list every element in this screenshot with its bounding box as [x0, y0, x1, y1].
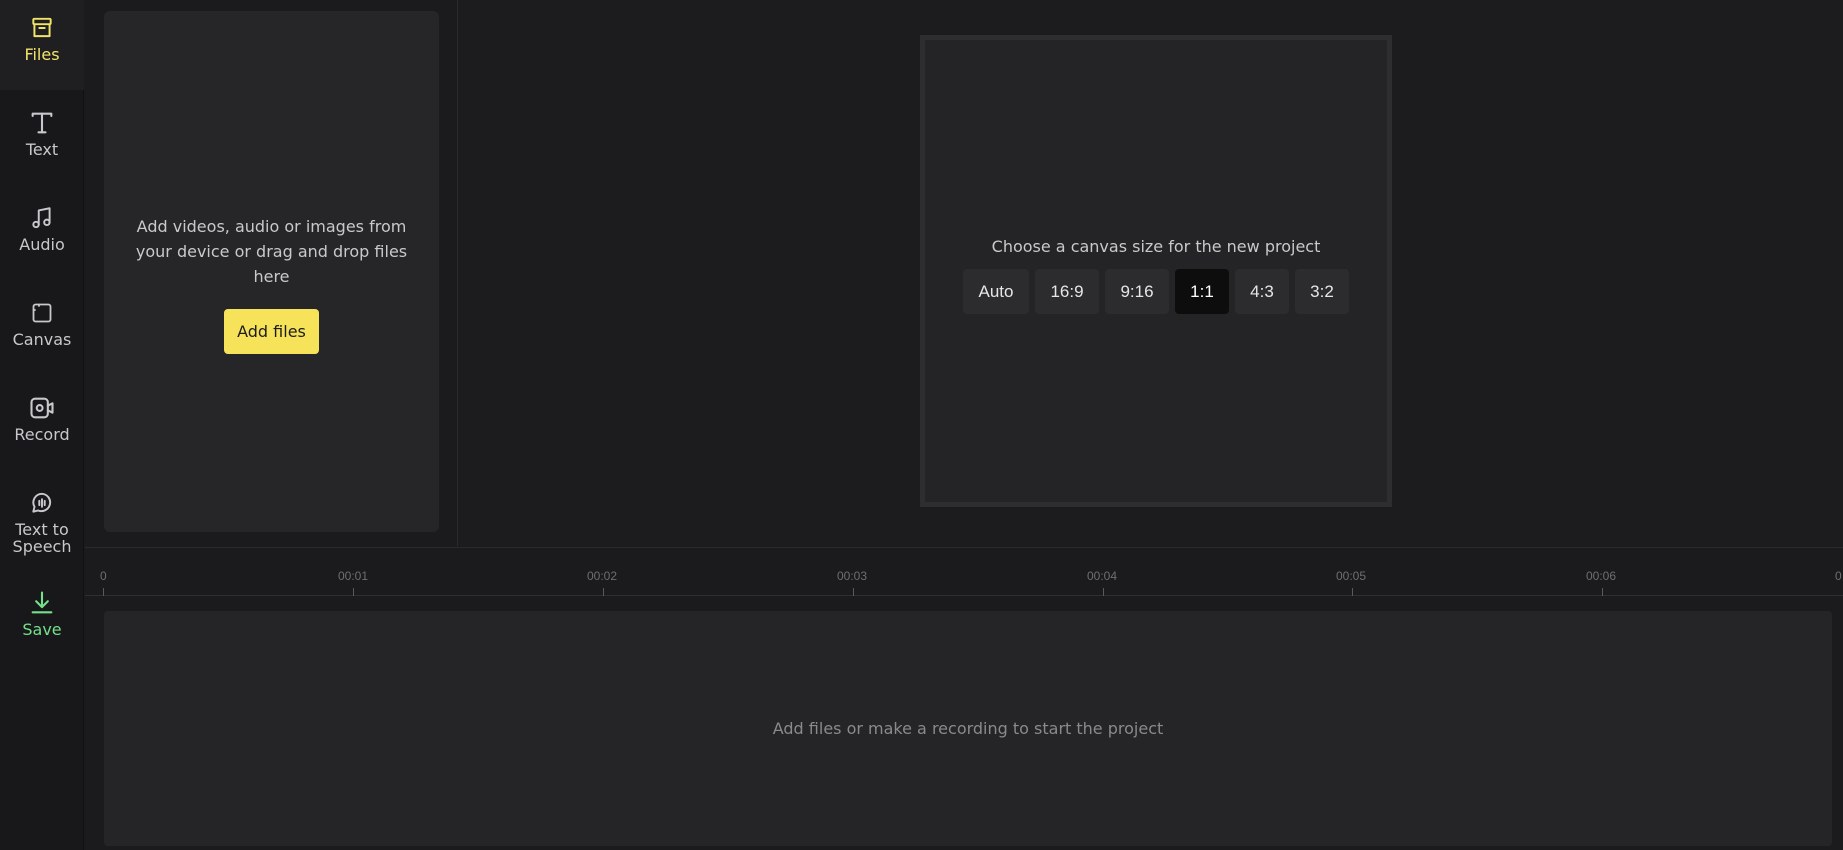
sidebar-item-text-to-speech[interactable]: Text to Speech — [0, 475, 84, 571]
sidebar-item-save[interactable]: Save — [0, 575, 84, 665]
sidebar-item-label: Audio — [19, 235, 65, 254]
sidebar-item-label: Files — [24, 45, 60, 64]
sidebar-item-text[interactable]: Text — [0, 95, 84, 185]
camera-record-icon — [28, 394, 56, 422]
ruler-tick-label: 0 — [1835, 569, 1842, 583]
ruler-tick-label: 00:03 — [837, 569, 868, 583]
sidebar-item-canvas[interactable]: Canvas — [0, 285, 84, 375]
sidebar-item-label: Text to Speech — [12, 520, 72, 556]
timeline: 0 00:01 00:02 00:03 00:04 00:05 00:06 0 … — [85, 547, 1843, 850]
speech-bubble-icon — [28, 489, 56, 517]
ratio-button-16-9[interactable]: 16:9 — [1035, 269, 1099, 314]
timeline-track[interactable]: Add files or make a recording to start t… — [104, 611, 1832, 846]
ratio-button-3-2[interactable]: 3:2 — [1295, 269, 1349, 314]
music-note-icon — [28, 204, 56, 232]
canvas-ratio-options: Auto 16:9 9:16 1:1 4:3 3:2 — [963, 269, 1349, 314]
ruler-tick-mark — [103, 588, 104, 596]
download-icon — [28, 589, 56, 617]
ruler-tick-label: 00:04 — [1087, 569, 1118, 583]
ruler-tick-mark — [1602, 588, 1603, 596]
timeline-empty-hint: Add files or make a recording to start t… — [772, 719, 1164, 738]
ruler-tick-mark — [1352, 588, 1353, 596]
ruler-tick-mark — [353, 588, 354, 596]
files-hint-text: Add videos, audio or images from your de… — [135, 217, 408, 286]
sidebar-item-record[interactable]: Record — [0, 380, 84, 470]
text-t-icon — [28, 109, 56, 137]
sidebar-item-label: Text — [25, 140, 59, 159]
ratio-button-9-16[interactable]: 9:16 — [1105, 269, 1169, 314]
ratio-button-auto[interactable]: Auto — [963, 269, 1029, 314]
ruler-tick-mark — [603, 588, 604, 596]
ruler-tick-label: 00:01 — [338, 569, 369, 583]
ruler-tick-mark — [853, 588, 854, 596]
ruler-tick-label: 00:06 — [1586, 569, 1617, 583]
sidebar-item-label: Canvas — [12, 330, 72, 349]
sidebar-item-label: Record — [14, 425, 70, 444]
files-drop-zone[interactable]: Add videos, audio or images from your de… — [104, 11, 439, 532]
sidebar-item-audio[interactable]: Audio — [0, 190, 84, 280]
canvas-frame-icon — [28, 299, 56, 327]
canvas-size-prompt: Choose a canvas size for the new project — [991, 237, 1321, 256]
ruler-tick-label: 00:05 — [1336, 569, 1367, 583]
archive-box-icon — [28, 14, 56, 42]
sidebar-rail: Files Text Audio Canvas Record Text to S… — [0, 0, 84, 850]
sidebar-item-files[interactable]: Files — [0, 0, 84, 90]
canvas-preview: Choose a canvas size for the new project… — [920, 35, 1392, 507]
ratio-button-4-3[interactable]: 4:3 — [1235, 269, 1289, 314]
sidebar-item-label: Save — [22, 620, 62, 639]
timeline-ruler[interactable]: 0 00:01 00:02 00:03 00:04 00:05 00:06 0 — [85, 548, 1843, 596]
ratio-button-1-1[interactable]: 1:1 — [1175, 269, 1229, 314]
ruler-tick-label: 0 — [100, 569, 107, 583]
ruler-tick-label: 00:02 — [587, 569, 618, 583]
add-files-button[interactable]: Add files — [224, 309, 319, 354]
ruler-tick-mark — [1103, 588, 1104, 596]
